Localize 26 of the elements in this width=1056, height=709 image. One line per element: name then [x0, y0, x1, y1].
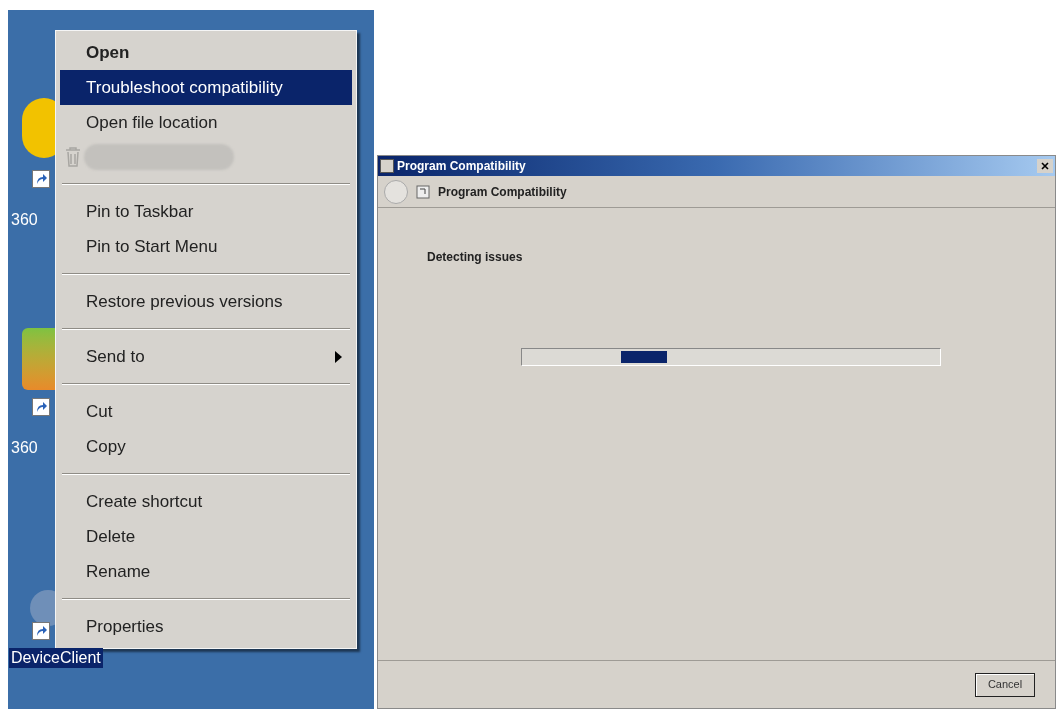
page-heading: Program Compatibility	[438, 183, 567, 201]
menu-item[interactable]: Properties	[60, 609, 352, 644]
close-button[interactable]	[1037, 159, 1053, 173]
menu-item[interactable]: Restore previous versions	[60, 284, 352, 319]
submenu-arrow-icon	[335, 350, 342, 363]
window-title: Program Compatibility	[397, 158, 526, 175]
menu-item[interactable]: Troubleshoot compatibility	[60, 70, 352, 105]
close-icon	[1041, 162, 1049, 170]
menu-item[interactable]: Create shortcut	[60, 484, 352, 519]
menu-item[interactable]: Copy	[60, 429, 352, 464]
menu-item[interactable]: Delete	[60, 519, 352, 554]
app-icon	[380, 159, 394, 173]
icon-label[interactable]: 360	[9, 210, 40, 230]
menu-item[interactable]: Rename	[60, 554, 352, 589]
menu-item[interactable]: Open file location	[60, 105, 352, 140]
status-text: Detecting issues	[427, 249, 524, 266]
menu-item[interactable]: Pin to Taskbar	[60, 194, 352, 229]
icon-label[interactable]: DeviceClient	[9, 648, 103, 668]
trash-icon	[64, 146, 82, 168]
compatibility-icon	[416, 184, 430, 199]
menu-item[interactable]: Pin to Start Menu	[60, 229, 352, 264]
icon-label[interactable]: 360	[9, 438, 40, 458]
cancel-button[interactable]: Cancel	[975, 672, 1035, 697]
menu-item[interactable]: Open	[60, 35, 352, 70]
menu-item[interactable]: Send to	[60, 339, 352, 374]
menu-item[interactable]: Cut	[60, 394, 352, 429]
